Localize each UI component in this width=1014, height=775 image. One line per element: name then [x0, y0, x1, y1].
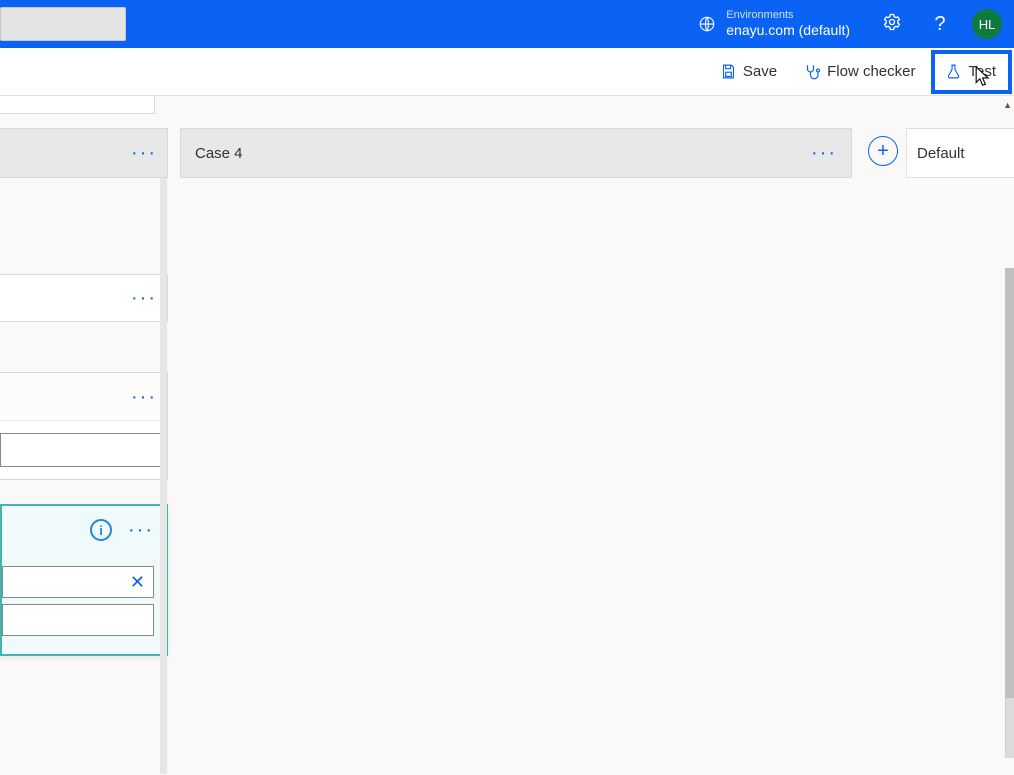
condition-card-header: i ···: [2, 506, 166, 554]
flask-icon: [945, 63, 962, 80]
avatar[interactable]: HL: [972, 9, 1002, 39]
condition-card-partial[interactable]: i ··· ✕: [0, 504, 168, 656]
environment-label: Environments: [726, 9, 850, 22]
save-icon: [720, 63, 737, 80]
scrollbar-thumb[interactable]: [1005, 268, 1014, 698]
default-case-card[interactable]: Default: [906, 128, 1014, 178]
test-label: Test: [968, 63, 996, 80]
environment-selector[interactable]: Environments enayu.com (default): [698, 9, 850, 39]
input-field[interactable]: [2, 604, 154, 636]
help-button[interactable]: ?: [924, 8, 956, 40]
environment-name: enayu.com (default): [726, 22, 850, 39]
partial-card-top: [0, 96, 155, 114]
environment-text: Environments enayu.com (default): [726, 9, 850, 39]
header-left: [0, 7, 126, 41]
header-right: Environments enayu.com (default) ? HL: [698, 8, 1002, 40]
input-field[interactable]: ✕: [2, 566, 154, 598]
condition-body: ✕: [2, 554, 166, 654]
search-input[interactable]: [0, 7, 126, 41]
flow-checker-label: Flow checker: [827, 63, 915, 80]
globe-icon: [698, 15, 716, 33]
info-icon: i: [90, 519, 112, 541]
save-button[interactable]: Save: [710, 57, 787, 86]
case-4-card[interactable]: Case 4 ···: [180, 128, 852, 178]
scroll-up-icon[interactable]: ▲: [1003, 100, 1012, 110]
action-card-header: ···: [0, 373, 167, 421]
divider: [160, 178, 167, 774]
test-button[interactable]: Test: [931, 50, 1012, 94]
app-header: Environments enayu.com (default) ? HL: [0, 0, 1014, 48]
add-case-button[interactable]: +: [868, 136, 898, 166]
input-field[interactable]: [0, 433, 161, 467]
action-card-partial-1[interactable]: ···: [0, 274, 168, 322]
plus-icon: +: [877, 140, 889, 163]
avatar-initials: HL: [979, 17, 996, 32]
default-label: Default: [917, 145, 965, 162]
action-card-partial-2[interactable]: ···: [0, 372, 168, 480]
action-toolbar: Save Flow checker Test Test: [0, 48, 1014, 96]
stethoscope-icon: [803, 63, 821, 81]
left-card-stack: ··· ··· ··· i ··· ✕: [0, 128, 168, 656]
gear-icon: [882, 12, 902, 37]
settings-button[interactable]: [876, 8, 908, 40]
flow-checker-button[interactable]: Flow checker: [793, 57, 925, 87]
flow-canvas[interactable]: ··· ··· ··· i ··· ✕ Case 4: [0, 96, 1014, 775]
close-icon[interactable]: ✕: [130, 572, 145, 593]
case-card-header-partial[interactable]: ···: [0, 128, 168, 178]
case-label: Case 4: [195, 145, 243, 162]
help-icon: ?: [934, 13, 945, 36]
save-label: Save: [743, 63, 777, 80]
